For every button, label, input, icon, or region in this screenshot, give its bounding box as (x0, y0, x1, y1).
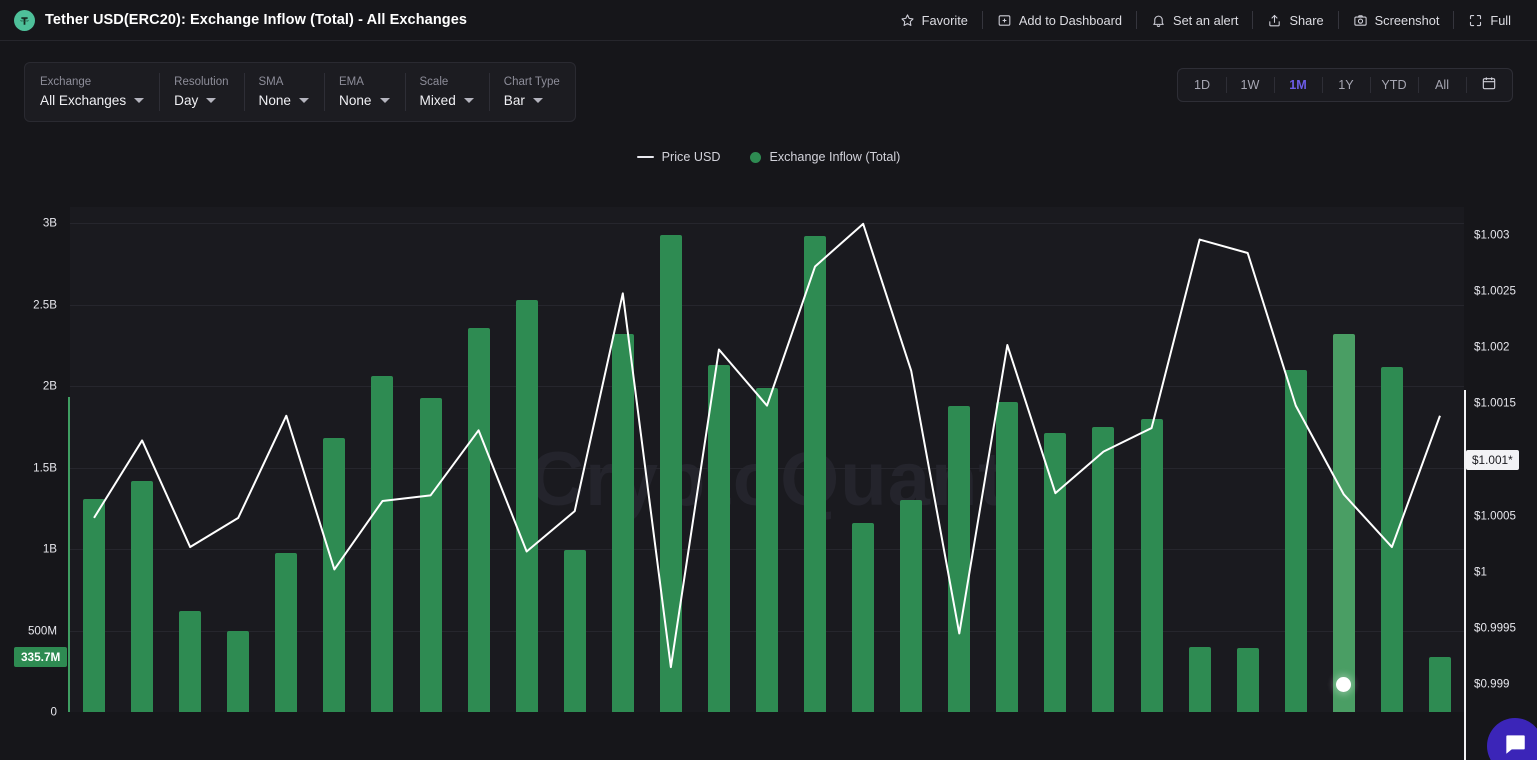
legend-line-marker (637, 156, 654, 158)
left-axis-tick: 0 (51, 706, 57, 719)
control-chart-type-label: Chart Type (504, 75, 560, 90)
tether-icon (14, 10, 35, 31)
price-line (94, 224, 1440, 667)
favorite-label: Favorite (922, 13, 968, 28)
plot-area[interactable]: CryptoQuant (70, 207, 1464, 712)
set-alert-label: Set an alert (1173, 13, 1238, 28)
right-axis-line (1464, 390, 1466, 760)
right-axis-tick: $1.003 (1474, 229, 1509, 242)
control-scale-label: Scale (420, 75, 474, 90)
share-button[interactable]: Share (1253, 0, 1337, 41)
control-exchange[interactable]: Exchange All Exchanges (25, 63, 159, 121)
control-sma-valuerow: None (259, 92, 310, 109)
chevron-down-icon (464, 98, 474, 103)
chevron-down-icon (380, 98, 390, 103)
right-axis-tick: $1.0005 (1474, 509, 1516, 522)
right-axis-tick: $0.999 (1474, 677, 1509, 690)
legend-item-exchange-inflow[interactable]: Exchange Inflow (Total) (750, 150, 900, 164)
control-ema-valuerow: None (339, 92, 390, 109)
header-actions: Favorite Add to Dashboard Set an alert (886, 0, 1537, 41)
control-sma-label: SMA (259, 75, 310, 90)
price-line-series (70, 207, 1464, 712)
set-alert-button[interactable]: Set an alert (1137, 0, 1252, 41)
control-chart-type[interactable]: Chart Type Bar (489, 63, 575, 121)
fullscreen-label: Full (1490, 13, 1511, 28)
chevron-down-icon (533, 98, 543, 103)
legend-label-exchange-inflow: Exchange Inflow (Total) (769, 150, 900, 164)
chevron-down-icon (134, 98, 144, 103)
control-chart-type-valuerow: Bar (504, 92, 560, 109)
screenshot-label: Screenshot (1375, 13, 1440, 28)
screenshot-button[interactable]: Screenshot (1339, 0, 1454, 41)
control-exchange-valuerow: All Exchanges (40, 92, 144, 109)
legend-item-price-usd[interactable]: Price USD (637, 150, 721, 164)
control-ema[interactable]: EMA None (324, 63, 405, 121)
legend-label-price-usd: Price USD (662, 150, 721, 164)
chart-legend: Price USD Exchange Inflow (Total) (0, 150, 1537, 164)
control-scale[interactable]: Scale Mixed (405, 63, 489, 121)
chart-canvas: CryptoQuant 3B 2.5B 2B 1.5B 1B 500M 0 $1.003 $1… (0, 190, 1537, 725)
range-1w[interactable]: 1W (1226, 69, 1274, 101)
right-axis-tick: $0.9995 (1474, 621, 1516, 634)
right-axis-tick: $1 (1474, 565, 1487, 578)
right-axis-tick: $1.002 (1474, 341, 1509, 354)
control-resolution-valuerow: Day (174, 92, 228, 109)
control-scale-valuerow: Mixed (420, 92, 474, 109)
chevron-down-icon (299, 98, 309, 103)
add-to-dashboard-button[interactable]: Add to Dashboard (983, 0, 1136, 41)
control-sma[interactable]: SMA None (244, 63, 325, 121)
add-to-dashboard-icon (997, 13, 1012, 28)
chevron-down-icon (206, 98, 216, 103)
fullscreen-icon (1468, 13, 1483, 28)
control-ema-label: EMA (339, 75, 390, 90)
share-label: Share (1289, 13, 1323, 28)
control-scale-value: Mixed (420, 92, 456, 109)
control-chart-type-value: Bar (504, 92, 525, 109)
range-1m[interactable]: 1M (1274, 69, 1322, 101)
page-header: Tether USD(ERC20): Exchange Inflow (Tota… (0, 0, 1537, 41)
bell-icon (1151, 13, 1166, 28)
chart-controls: Exchange All Exchanges Resolution Day SM… (24, 62, 576, 122)
range-1d[interactable]: 1D (1178, 69, 1226, 101)
chart-page: Tether USD(ERC20): Exchange Inflow (Tota… (0, 0, 1537, 760)
range-ytd[interactable]: YTD (1370, 69, 1418, 101)
right-axis-value-badge: $1.001* (1466, 450, 1519, 470)
range-1y[interactable]: 1Y (1322, 69, 1370, 101)
legend-dot-marker (750, 152, 761, 163)
fullscreen-button[interactable]: Full (1454, 0, 1525, 41)
left-axis-line (68, 397, 70, 712)
range-selector: 1D 1W 1M 1Y YTD All (1177, 68, 1513, 102)
favorite-button[interactable]: Favorite (886, 0, 982, 41)
camera-icon (1353, 13, 1368, 28)
control-resolution-value: Day (174, 92, 198, 109)
control-sma-value: None (259, 92, 292, 109)
calendar-icon (1481, 75, 1497, 96)
calendar-button[interactable] (1466, 69, 1512, 101)
star-icon (900, 13, 915, 28)
header-left: Tether USD(ERC20): Exchange Inflow (Tota… (0, 10, 467, 31)
range-all[interactable]: All (1418, 69, 1466, 101)
left-axis-value-badge: 335.7M (14, 647, 67, 667)
left-axis-tick: 500M (28, 624, 57, 637)
left-axis-tick: 2B (43, 380, 57, 393)
add-to-dashboard-label: Add to Dashboard (1019, 13, 1122, 28)
left-axis-tick: 1.5B (33, 461, 57, 474)
control-ema-value: None (339, 92, 372, 109)
page-title: Tether USD(ERC20): Exchange Inflow (Tota… (45, 12, 467, 28)
left-axis-tick: 2.5B (33, 298, 57, 311)
right-axis-tick: $1.0025 (1474, 285, 1516, 298)
right-axis-tick: $1.0015 (1474, 397, 1516, 410)
control-exchange-label: Exchange (40, 75, 144, 90)
left-axis-tick: 3B (43, 217, 57, 230)
control-resolution[interactable]: Resolution Day (159, 63, 243, 121)
share-icon (1267, 13, 1282, 28)
chat-icon (1502, 731, 1528, 760)
control-exchange-value: All Exchanges (40, 92, 126, 109)
control-resolution-label: Resolution (174, 75, 228, 90)
left-axis-tick: 1B (43, 543, 57, 556)
